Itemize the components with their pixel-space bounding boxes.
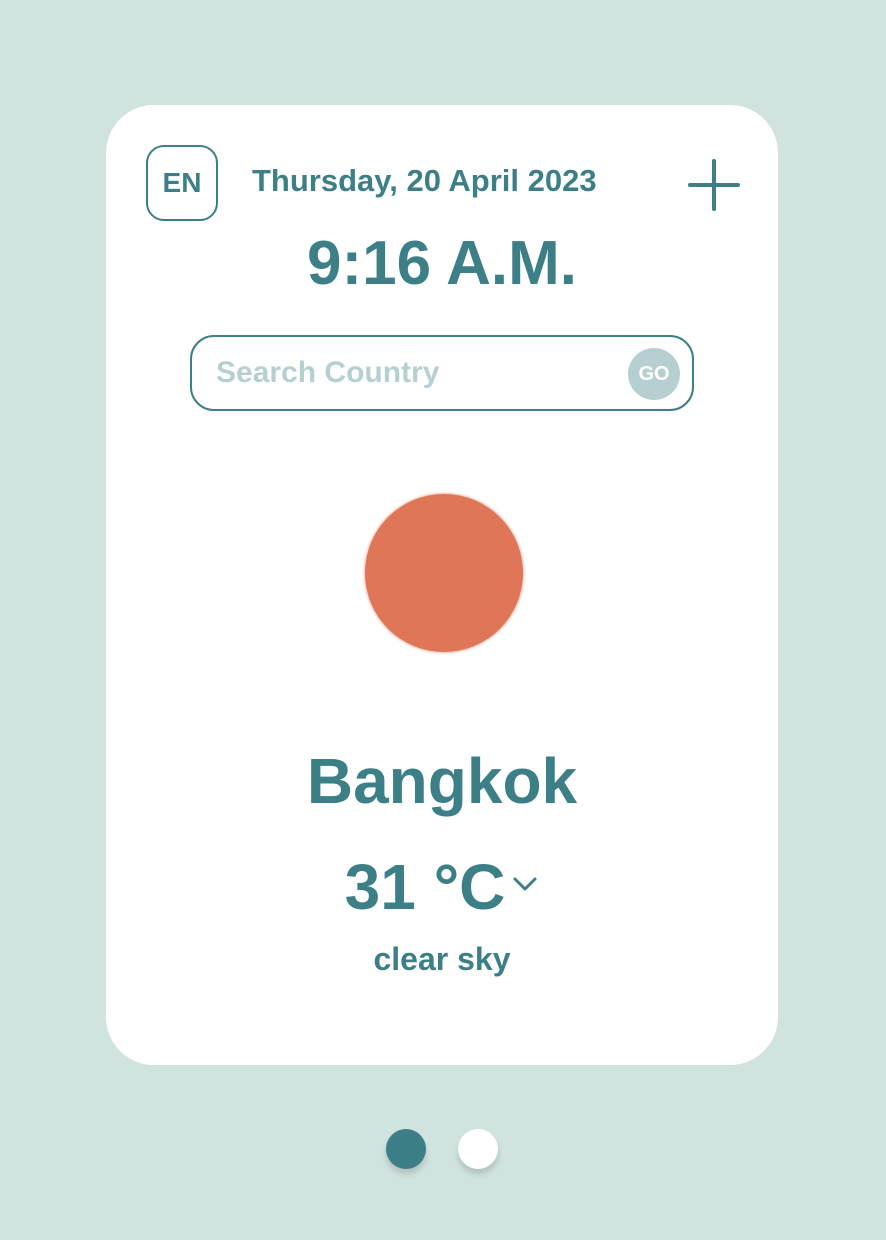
sun-icon — [365, 494, 523, 652]
temperature-row: 31 °C — [106, 850, 778, 924]
page-dot-2[interactable] — [458, 1129, 498, 1169]
language-button[interactable]: EN — [146, 145, 218, 221]
chevron-down-icon[interactable] — [511, 870, 539, 898]
city-name: Bangkok — [306, 745, 578, 817]
plus-icon[interactable] — [686, 157, 742, 213]
temperature-value: 31 °C — [344, 851, 506, 923]
weather-card: EN Thursday, 20 April 2023 9:16 A.M. GO … — [106, 105, 778, 1065]
search-input[interactable] — [216, 337, 616, 409]
search-box: GO — [190, 335, 694, 411]
page-dot-1[interactable] — [386, 1129, 426, 1169]
weather-description: clear sky — [373, 941, 511, 977]
page-indicator — [386, 1129, 498, 1169]
go-button[interactable]: GO — [628, 348, 680, 400]
current-time: 9:16 A.M. — [307, 229, 577, 298]
current-date: Thursday, 20 April 2023 — [252, 163, 597, 198]
